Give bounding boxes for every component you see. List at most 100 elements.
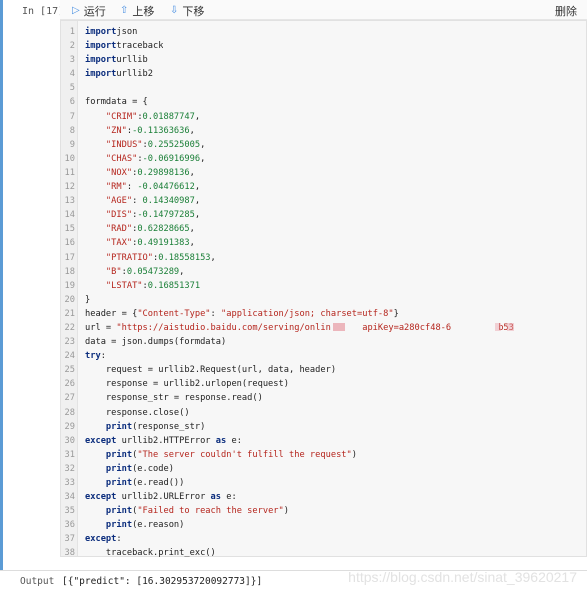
code-line: 14 "DIS":-0.14797285, (61, 208, 586, 222)
code-token: print (105, 506, 133, 517)
code-token: 0.01887747 (142, 111, 195, 122)
line-content: traceback.print_exc() (75, 546, 216, 560)
code-line: 20} (61, 293, 586, 307)
line-number: 25 (64, 365, 75, 376)
code-line: 17 "PTRATIO":0.18558153, (61, 251, 586, 265)
line-content: "DIS":-0.14797285, (75, 208, 200, 222)
code-token: try (85, 351, 101, 362)
code-token: response.close() (85, 407, 190, 418)
line-content: "LSTAT":0.16851371 (75, 279, 200, 293)
line-content: "ZN":-0.11363636, (75, 124, 195, 138)
line-content: formdata = { (75, 95, 148, 109)
code-line: 10 "CHAS":-0.06916996, (61, 152, 586, 166)
code-line: 38 traceback.print_exc() (61, 546, 586, 560)
line-number: 14 (64, 210, 75, 221)
delete-button[interactable]: 删除 (555, 3, 577, 19)
line-number: 35 (64, 506, 75, 517)
code-line: 27 response_str = response.read() (61, 391, 586, 405)
move-down-button[interactable]: ⇩ 下移 (170, 3, 204, 19)
line-number: 36 (64, 520, 75, 531)
line-number: 32 (64, 463, 75, 474)
code-token: urllib2 (116, 69, 154, 80)
notebook-cell: In [17]: ▷ 运行 ⇧ 上移 ⇩ 下移 删除 1 importjson 2 i… (0, 0, 587, 570)
line-number: 22 (64, 322, 75, 333)
code-line: 34 except urllib2.URLError as e: (61, 490, 586, 504)
code-token: "LSTAT" (105, 280, 143, 291)
line-number: 38 (64, 548, 75, 559)
code-token: -0.04476612 (137, 182, 195, 193)
line-number: 33 (64, 478, 75, 488)
code-token: , (189, 167, 195, 178)
code-token: "CRIM" (105, 111, 138, 122)
line-number: 31 (64, 449, 75, 460)
line-content: "B":0.05473289, (75, 265, 184, 279)
line-number: 15 (64, 224, 75, 235)
line-content: response_str = response.read() (75, 391, 263, 405)
code-token: : (126, 182, 138, 193)
code-line: 30 except urllib2.HTTPError as e: (61, 434, 586, 448)
code-editor[interactable]: 1 importjson 2 importtraceback 3 importurllib… (60, 20, 587, 560)
line-content: except: (75, 532, 122, 546)
line-content: "NOX":0.29898136, (75, 166, 195, 180)
run-label: 运行 (83, 6, 106, 18)
code-token: "CHAS" (105, 153, 138, 164)
line-number: 10 (64, 153, 75, 164)
redaction-mark (495, 322, 501, 331)
code-token: print (105, 449, 133, 460)
code-token: } (85, 294, 91, 305)
code-token: formdata = { (85, 97, 148, 108)
code-token: , (189, 125, 195, 136)
output-text: [{"predict": [16.302953720092773]}] (62, 576, 263, 587)
line-number: 16 (64, 238, 75, 249)
code-token: "DIS" (105, 210, 133, 221)
code-token: 0.14340987 (142, 196, 195, 207)
code-token: import (85, 69, 117, 80)
code-token: "The server couldn't fulfill the request… (137, 449, 352, 460)
code-token: , (194, 111, 201, 122)
code-token: urllib2.HTTPError (116, 435, 216, 446)
code-token: traceback.print_exc() (85, 548, 216, 559)
output-label: Output (20, 576, 55, 587)
code-token: 0.25525005 (147, 139, 201, 150)
run-button[interactable]: ▷ 运行 (72, 3, 106, 19)
code-token: (response_str) (132, 421, 206, 432)
code-token: 0.49191383 (137, 238, 190, 249)
code-line: 8 "ZN":-0.11363636, (61, 124, 586, 138)
delete-label: 删除 (555, 6, 577, 18)
code-token: "INDUS" (105, 139, 143, 150)
line-content: "CHAS":-0.06916996, (75, 152, 205, 166)
move-up-button[interactable]: ⇧ 上移 (120, 3, 154, 19)
code-line: 21 header = {"Content-Type": "application… (61, 307, 586, 321)
code-token: e: (226, 435, 242, 446)
code-token: 0.29898136 (137, 167, 190, 178)
move-up-label: 上移 (132, 6, 155, 18)
code-line: 5 (61, 81, 586, 95)
line-number: 23 (64, 337, 75, 348)
line-number: 9 (69, 139, 75, 150)
line-number: 27 (64, 393, 75, 404)
code-token: "PTRATIO" (105, 252, 153, 263)
code-token: as (210, 492, 222, 503)
line-number: 37 (64, 534, 75, 545)
code-token: "ZN" (105, 125, 127, 136)
line-number: 29 (64, 421, 75, 432)
line-content: request = urllib2.Request(url, data, hea… (75, 363, 336, 377)
line-number: 30 (64, 435, 75, 446)
line-number: 12 (64, 182, 75, 193)
line-content: print(e.reason) (75, 518, 184, 532)
line-number: 19 (64, 280, 75, 291)
code-line: 3 importurllib (61, 53, 586, 67)
code-token: "RAD" (105, 224, 133, 235)
code-token: print (105, 421, 133, 432)
